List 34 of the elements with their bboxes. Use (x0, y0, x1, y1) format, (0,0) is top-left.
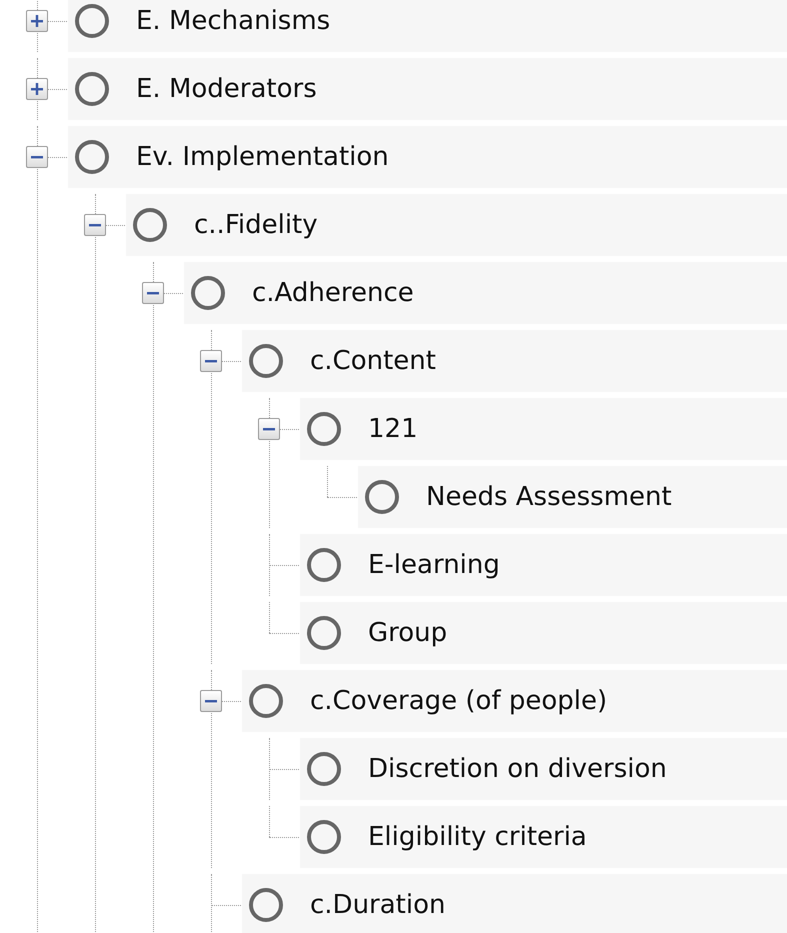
node-label[interactable]: c.Content (310, 346, 436, 376)
node-label[interactable]: c.Adherence (252, 278, 414, 308)
circle-icon (249, 344, 283, 378)
node-label[interactable]: c..Fidelity (194, 210, 318, 240)
collapse-button[interactable] (142, 282, 164, 304)
plus-icon (30, 14, 44, 28)
circle-icon (307, 548, 341, 582)
circle-icon (307, 820, 341, 854)
circle-icon (307, 616, 341, 650)
collapse-button[interactable] (26, 146, 48, 168)
collapse-button[interactable] (200, 350, 222, 372)
circle-icon (75, 140, 109, 174)
node-label[interactable]: E. Moderators (136, 74, 317, 104)
circle-icon (75, 4, 109, 38)
node-label[interactable]: 121 (368, 414, 418, 444)
plus-icon (30, 82, 44, 96)
expand-button[interactable] (26, 78, 48, 100)
circle-icon (133, 208, 167, 242)
expand-button[interactable] (26, 10, 48, 32)
circle-icon (365, 480, 399, 514)
node-label[interactable]: c.Duration (310, 890, 446, 920)
circle-icon (191, 276, 225, 310)
circle-icon (249, 888, 283, 922)
node-label[interactable]: Ev. Implementation (136, 142, 389, 172)
circle-icon (307, 412, 341, 446)
collapse-button[interactable] (258, 418, 280, 440)
collapse-button[interactable] (200, 690, 222, 712)
node-label[interactable]: E-learning (368, 550, 500, 580)
collapse-button[interactable] (84, 214, 106, 236)
circle-icon (249, 684, 283, 718)
circle-icon (75, 72, 109, 106)
node-label[interactable]: E. Mechanisms (136, 6, 330, 36)
circle-icon (307, 752, 341, 786)
node-label[interactable]: Group (368, 618, 448, 648)
